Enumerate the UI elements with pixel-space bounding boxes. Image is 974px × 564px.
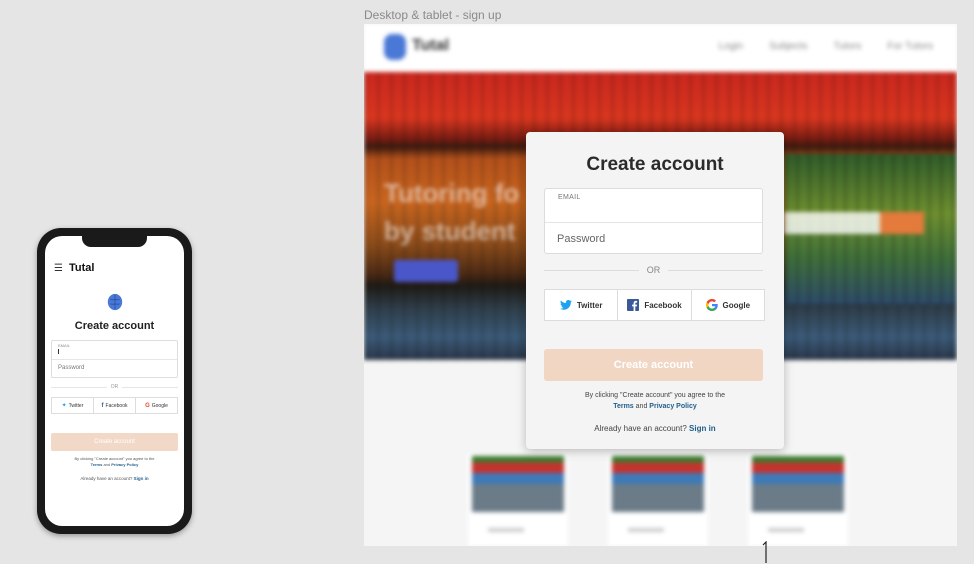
tutor-cards	[468, 454, 858, 546]
facebook-icon: f	[101, 402, 104, 409]
mobile-create-account-button[interactable]: Create account	[51, 433, 178, 451]
facebook-label: Facebook	[105, 402, 128, 409]
google-label: Google	[151, 402, 168, 409]
facebook-label: Facebook	[644, 300, 682, 310]
terms-prefix: By clicking "Create account" you agree t…	[585, 392, 725, 399]
hero-line-2: by student	[384, 216, 516, 246]
mobile-logo[interactable]: Tutal	[69, 262, 94, 274]
google-button[interactable]: Google	[692, 290, 764, 320]
hero-button[interactable]	[394, 260, 458, 282]
twitter-button[interactable]: Twitter	[545, 290, 619, 320]
modal-input-group: EMAIL	[544, 188, 763, 254]
mobile-sign-in-prompt: Already have an account? Sign in	[45, 476, 184, 481]
desktop-logo[interactable]: Tutal	[412, 37, 449, 55]
or-label: OR	[110, 384, 119, 390]
nav-login[interactable]: Login	[719, 41, 743, 52]
terms-link[interactable]: Terms	[613, 403, 634, 410]
email-field[interactable]	[557, 203, 752, 219]
mobile-terms-text: By clicking "Create account" you agree t…	[45, 456, 184, 468]
already-text: Already have an account?	[594, 424, 687, 433]
hero-line-1: Tutoring fo	[384, 178, 520, 208]
twitter-icon: ✦	[61, 403, 67, 409]
phone-notch	[82, 236, 147, 247]
twitter-label: Twitter	[68, 402, 84, 409]
divider	[52, 359, 177, 360]
frame-label: Desktop & tablet - sign up	[364, 8, 502, 22]
nav-subjects[interactable]: Subjects	[769, 41, 807, 52]
hero-search-button[interactable]	[880, 212, 924, 234]
sign-in-link[interactable]: Sign in	[134, 476, 149, 481]
mobile-input-group: EMAIL Password	[51, 340, 178, 378]
divider	[545, 222, 762, 223]
create-account-modal: Create account EMAIL OR Twitter Facebook…	[526, 132, 784, 449]
twitter-label: Twitter	[576, 300, 603, 310]
terms-and: and	[103, 462, 111, 467]
mobile-email-label: EMAIL	[58, 343, 71, 348]
mobile-facebook-button[interactable]: f Facebook	[94, 398, 136, 413]
desktop-nav: Login Subjects Tutors For Tutors	[719, 41, 933, 52]
tutor-card[interactable]	[608, 454, 708, 546]
mobile-google-button[interactable]: G Google	[136, 398, 177, 413]
nav-tutors[interactable]: Tutors	[833, 41, 861, 52]
tutor-card[interactable]	[748, 454, 848, 546]
nav-for-tutors[interactable]: For Tutors	[887, 41, 933, 52]
or-label: OR	[646, 265, 661, 275]
or-divider: OR	[544, 265, 763, 275]
facebook-button[interactable]: Facebook	[618, 290, 692, 320]
mobile-topbar: ☰ Tutal	[45, 254, 184, 282]
mobile-twitter-button[interactable]: ✦ Twitter	[52, 398, 94, 413]
mobile-password-field[interactable]: Password	[58, 365, 84, 371]
brain-icon	[107, 293, 123, 311]
cursor-icon	[762, 541, 767, 563]
email-label: EMAIL	[558, 194, 581, 201]
already-text: Already have an account?	[80, 476, 133, 481]
modal-title: Create account	[586, 154, 724, 175]
create-account-button[interactable]: Create account	[544, 349, 763, 381]
phone-screen: ☰ Tutal Create account EMAIL Password OR…	[45, 236, 184, 526]
terms-link[interactable]: Terms	[91, 462, 103, 467]
privacy-policy-link[interactable]: Privacy Policy	[649, 403, 696, 410]
mobile-page-title: Create account	[74, 320, 155, 332]
sign-in-prompt: Already have an account? Sign in	[526, 424, 784, 433]
mobile-email-field[interactable]	[58, 349, 59, 354]
sign-in-link[interactable]: Sign in	[689, 424, 716, 433]
terms-prefix: By clicking "Create account" you agree t…	[74, 456, 155, 461]
tutor-card[interactable]	[468, 454, 568, 546]
social-login-buttons: Twitter Facebook Google	[544, 289, 765, 321]
terms-and: and	[635, 403, 648, 410]
hero-search-input[interactable]	[784, 212, 880, 234]
mobile-social-buttons: ✦ Twitter f Facebook G Google	[51, 397, 178, 414]
password-field[interactable]	[557, 229, 752, 249]
google-label: Google	[722, 300, 751, 310]
hamburger-menu-icon[interactable]: ☰	[54, 263, 63, 274]
brain-logo-icon	[384, 34, 406, 60]
terms-text: By clicking "Create account" you agree t…	[526, 390, 784, 412]
phone-mockup: ☰ Tutal Create account EMAIL Password OR…	[37, 228, 192, 534]
privacy-policy-link[interactable]: Privacy Policy	[111, 462, 138, 467]
mobile-or-divider: OR	[51, 384, 178, 390]
desktop-header: Tutal Login Subjects Tutors For Tutors	[364, 24, 957, 72]
google-icon: G	[145, 402, 150, 409]
hero-heading: Tutoring fo by student	[384, 174, 519, 250]
facebook-icon	[627, 299, 640, 311]
twitter-icon	[559, 300, 572, 310]
google-icon	[705, 299, 718, 311]
